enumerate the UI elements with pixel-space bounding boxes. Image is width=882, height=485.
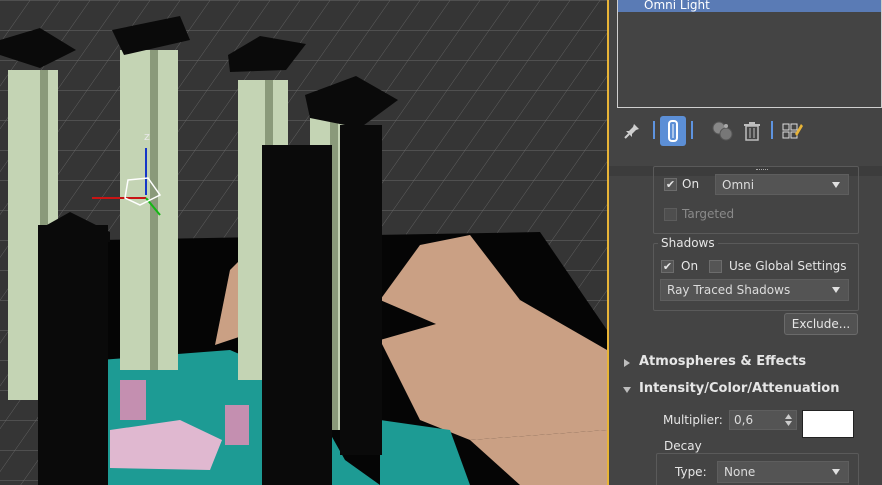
light-type-value: Omni bbox=[722, 178, 755, 192]
chevron-down-icon bbox=[832, 182, 840, 188]
targeted-checkbox[interactable] bbox=[664, 208, 677, 221]
pin-icon[interactable] bbox=[619, 118, 645, 144]
scene-render: z bbox=[0, 0, 607, 485]
multiplier-value: 0,6 bbox=[734, 413, 754, 427]
exclude-button[interactable]: Exclude... bbox=[784, 313, 858, 335]
modifier-stack-icon[interactable] bbox=[660, 116, 686, 146]
toolbar-separator bbox=[653, 121, 655, 139]
svg-text:z: z bbox=[144, 130, 150, 143]
decay-type-value: None bbox=[724, 465, 756, 479]
decay-type-label: Type: bbox=[675, 465, 707, 479]
rollout-title: Atmospheres & Effects bbox=[639, 354, 807, 369]
light-on-label: On bbox=[682, 177, 700, 191]
decay-group-title: Decay bbox=[661, 439, 705, 453]
shadows-group-title: Shadows bbox=[658, 236, 718, 250]
rollout-atmospheres-effects[interactable]: Atmospheres & Effects bbox=[609, 350, 882, 374]
shadows-on-label: On bbox=[681, 259, 699, 273]
list-item[interactable]: Omni Light bbox=[618, 0, 881, 12]
light-color-swatch[interactable] bbox=[802, 410, 854, 438]
shadow-type-dropdown[interactable]: Ray Traced Shadows bbox=[660, 279, 849, 301]
command-panel: Omni Light ✔ On Omni Targeted Shadows ✔ … bbox=[609, 0, 882, 485]
configure-sets-icon[interactable] bbox=[779, 118, 805, 144]
toolbar-separator bbox=[771, 121, 773, 139]
viewport-3d[interactable]: z bbox=[0, 0, 607, 485]
modifier-stack-toolbar bbox=[617, 115, 882, 147]
modifier-stack-list[interactable]: Omni Light bbox=[617, 0, 882, 108]
light-on-checkbox[interactable]: ✔ bbox=[664, 178, 677, 191]
chevron-down-icon bbox=[623, 387, 631, 393]
spinner-arrows-icon[interactable] bbox=[785, 414, 792, 426]
chevron-down-icon bbox=[832, 469, 840, 475]
multiplier-spinner[interactable]: 0,6 bbox=[729, 410, 797, 430]
light-type-dropdown[interactable]: Omni bbox=[715, 174, 849, 195]
chevron-right-icon bbox=[624, 359, 630, 367]
use-global-settings-label: Use Global Settings bbox=[729, 259, 847, 273]
multiplier-label: Multiplier: bbox=[663, 413, 723, 427]
make-unique-icon[interactable] bbox=[710, 118, 736, 144]
chevron-down-icon bbox=[832, 287, 840, 293]
rollout-area: ✔ On Omni Targeted Shadows ✔ On Use Glob… bbox=[609, 166, 882, 485]
rollout-title: Intensity/Color/Attenuation bbox=[639, 381, 840, 396]
decay-type-dropdown[interactable]: None bbox=[717, 461, 849, 483]
shadow-type-value: Ray Traced Shadows bbox=[667, 283, 791, 297]
trash-icon[interactable] bbox=[739, 118, 765, 144]
rollout-intensity-color-attenuation[interactable]: Intensity/Color/Attenuation bbox=[609, 377, 882, 401]
targeted-label: Targeted bbox=[682, 207, 735, 221]
shadows-on-checkbox[interactable]: ✔ bbox=[661, 260, 674, 273]
use-global-settings-checkbox[interactable] bbox=[709, 260, 722, 273]
toolbar-separator bbox=[691, 121, 693, 139]
